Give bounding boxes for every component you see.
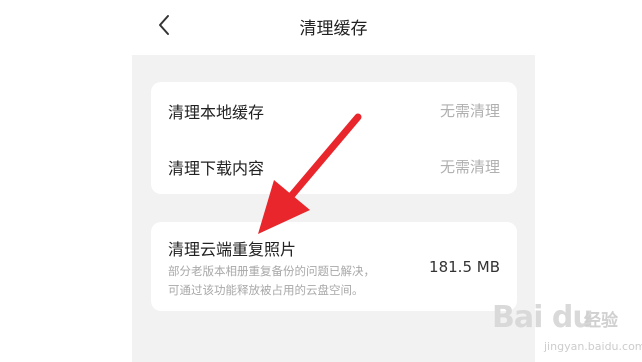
clear-local-cache-status: 无需清理 bbox=[439, 102, 500, 120]
clear-downloads-label: 清理下载内容 bbox=[168, 159, 265, 178]
description-line-2: 可通过该功能释放被占用的云盘空间。 bbox=[168, 283, 364, 297]
duplicate-photos-card: 清理云端重复照片 部分老版本相册重复备份的问题已解决， 可通过该功能释放被占用的… bbox=[151, 222, 517, 311]
clear-duplicate-photos-row[interactable]: 清理云端重复照片 部分老版本相册重复备份的问题已解决， 可通过该功能释放被占用的… bbox=[151, 222, 517, 311]
watermark-logo: Bai du bbox=[492, 300, 594, 335]
content-area: 清理本地缓存 无需清理 清理下载内容 无需清理 清理云端重复照片 部分老版本相册… bbox=[132, 55, 535, 362]
clear-duplicate-photos-description: 部分老版本相册重复备份的问题已解决， 可通过该功能释放被占用的云盘空间。 bbox=[168, 262, 375, 300]
clear-local-cache-row[interactable]: 清理本地缓存 无需清理 bbox=[151, 82, 517, 138]
duplicate-photos-size: 181.5 MB bbox=[429, 258, 500, 276]
description-line-1: 部分老版本相册重复备份的问题已解决， bbox=[168, 264, 375, 278]
clear-downloads-status: 无需清理 bbox=[439, 158, 500, 176]
watermark-url: jingyan.baidu.com bbox=[544, 340, 642, 353]
watermark-jingyan: 经验 bbox=[584, 311, 618, 331]
page-title: 清理缓存 bbox=[299, 19, 368, 39]
baidu-jingyan-watermark: Bai du 经验 jingyan.baidu.com bbox=[492, 298, 642, 358]
header-bar: 清理缓存 bbox=[132, 0, 535, 55]
clear-local-cache-label: 清理本地缓存 bbox=[168, 103, 265, 122]
clear-duplicate-photos-label: 清理云端重复照片 bbox=[168, 240, 297, 259]
clear-downloads-row[interactable]: 清理下载内容 无需清理 bbox=[151, 138, 517, 194]
cache-card: 清理本地缓存 无需清理 清理下载内容 无需清理 bbox=[151, 82, 517, 194]
